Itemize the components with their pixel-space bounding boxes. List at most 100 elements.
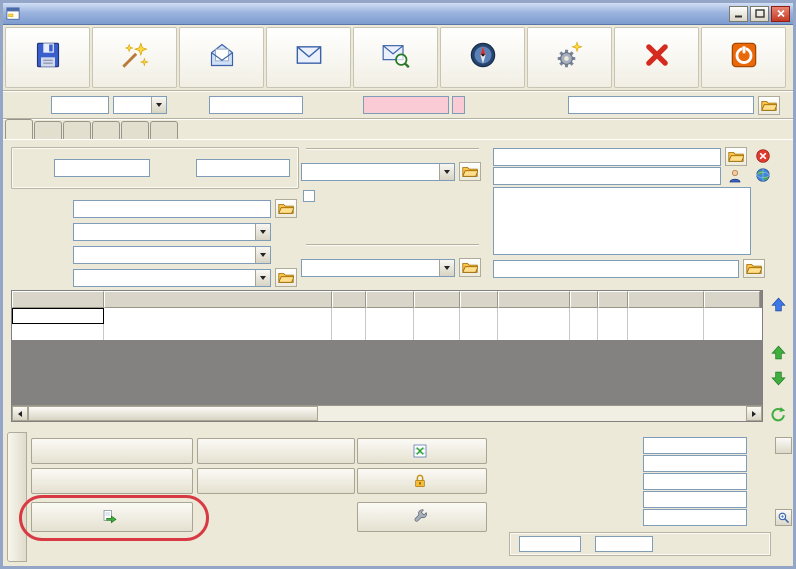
causale-input[interactable] <box>568 96 754 114</box>
table-cell-empty[interactable] <box>628 324 704 340</box>
cell-quant[interactable] <box>366 308 414 324</box>
cell-imposte[interactable] <box>628 308 704 324</box>
horizontal-scrollbar[interactable] <box>12 405 762 421</box>
cell-um[interactable] <box>332 308 366 324</box>
stampa-button[interactable] <box>92 27 177 88</box>
stato-select[interactable] <box>301 163 455 181</box>
recipient-address-box[interactable] <box>493 187 751 255</box>
chevron-down-icon[interactable] <box>255 270 270 286</box>
chevron-down-icon[interactable] <box>255 224 270 240</box>
elimina-button[interactable] <box>614 27 699 88</box>
cell-s2[interactable] <box>598 308 628 324</box>
table-row[interactable] <box>12 308 762 324</box>
cell-prezzo[interactable] <box>498 308 570 324</box>
visual-button[interactable] <box>179 27 264 88</box>
contact-button[interactable] <box>725 166 745 185</box>
help-button[interactable] <box>775 437 792 454</box>
cell-codart[interactable] <box>12 308 104 324</box>
column-header-val[interactable] <box>460 291 498 308</box>
evasione-extra-input[interactable] <box>452 96 465 114</box>
salva-button[interactable] <box>5 27 90 88</box>
clear-recipient-button[interactable] <box>753 146 773 165</box>
intestatario-input[interactable] <box>493 148 721 166</box>
chevron-down-icon[interactable] <box>255 247 270 263</box>
visualizzazione-select[interactable] <box>301 259 455 277</box>
visualizzazione-lookup-button[interactable] <box>459 258 481 277</box>
cell-descrizione[interactable] <box>104 308 332 324</box>
chevron-down-icon[interactable] <box>439 260 454 276</box>
column-header-quant[interactable] <box>366 291 414 308</box>
table-cell-empty[interactable] <box>414 324 460 340</box>
spettle-input[interactable] <box>493 167 721 185</box>
agente-lookup-button[interactable] <box>275 199 297 218</box>
importazione-da-file-button[interactable] <box>197 438 355 464</box>
pagamento-lookup-button[interactable] <box>275 268 297 287</box>
tab-note[interactable] <box>92 121 120 139</box>
scrollbar-thumb[interactable] <box>28 406 318 421</box>
column-header-s2[interactable] <box>598 291 628 308</box>
data-input[interactable] <box>209 96 303 114</box>
verifica-disponibilita-button[interactable] <box>197 468 355 494</box>
azioni-panel-tab[interactable] <box>7 432 27 562</box>
tab-consegna[interactable] <box>63 121 91 139</box>
column-header-ns[interactable] <box>704 291 760 308</box>
evasione-input[interactable] <box>363 96 449 114</box>
uscita-button[interactable] <box>701 27 786 88</box>
column-header-codart[interactable] <box>12 291 104 308</box>
referente-input[interactable] <box>493 260 739 278</box>
cell-ns[interactable] <box>704 308 760 324</box>
agente-input[interactable] <box>73 200 271 218</box>
tab-documenti[interactable] <box>150 121 178 139</box>
pagamento-select[interactable] <box>73 269 271 287</box>
close-button[interactable] <box>771 5 790 22</box>
globe-button[interactable] <box>753 165 773 184</box>
messaggio-button[interactable] <box>266 27 351 88</box>
bozza-checkbox[interactable] <box>303 190 320 202</box>
chevron-down-icon[interactable] <box>151 97 166 113</box>
storico-messaggi-button[interactable] <box>353 27 438 88</box>
stato-lookup-button[interactable] <box>459 162 481 181</box>
storico-movimenti-button[interactable] <box>31 468 193 494</box>
referente-lookup-button[interactable] <box>743 259 765 278</box>
causale-lookup-button[interactable] <box>758 96 780 115</box>
maximize-button[interactable] <box>750 5 769 22</box>
column-header-descrizione[interactable] <box>104 291 332 308</box>
sposta-da-altro-doc-button[interactable] <box>31 502 193 532</box>
aggiorna-prezzi-button[interactable] <box>31 438 193 464</box>
checkbox-box[interactable] <box>303 190 315 202</box>
table-cell-empty[interactable] <box>570 324 598 340</box>
cell-s1[interactable] <box>570 308 598 324</box>
blocca-sblocca-linee-button[interactable] <box>357 468 487 494</box>
column-header-um[interactable] <box>332 291 366 308</box>
venditore-select[interactable] <box>73 246 271 264</box>
minimize-button[interactable] <box>729 5 748 22</box>
num-input[interactable] <box>54 159 150 177</box>
scroll-right-button[interactable] <box>746 406 762 421</box>
column-header-evaso[interactable] <box>414 291 460 308</box>
tab-altri-campi[interactable] <box>121 121 149 139</box>
column-header-imposte[interactable] <box>628 291 704 308</box>
rif-data-input[interactable] <box>196 159 290 177</box>
tab-doc[interactable] <box>5 119 33 139</box>
listino-select[interactable] <box>73 223 271 241</box>
tab-altro[interactable] <box>34 121 62 139</box>
op-eseguite-button[interactable] <box>527 27 612 88</box>
column-header-s1[interactable] <box>570 291 598 308</box>
navigatore-button[interactable] <box>440 27 525 88</box>
aggiungi-operazione-button[interactable] <box>357 502 487 532</box>
refresh-lines-button[interactable] <box>767 403 789 425</box>
line-up-button[interactable] <box>767 341 789 363</box>
doc-type-select[interactable] <box>113 96 167 114</box>
cell-val[interactable] <box>460 308 498 324</box>
column-header-prezzo[interactable] <box>498 291 570 308</box>
ndoc-input[interactable] <box>51 96 109 114</box>
table-cell-empty[interactable] <box>704 324 760 340</box>
table-cell-empty[interactable] <box>332 324 366 340</box>
cell-evaso[interactable] <box>414 308 460 324</box>
title-bar[interactable] <box>3 3 793 25</box>
table-row-empty[interactable] <box>12 324 762 340</box>
table-cell-empty[interactable] <box>498 324 570 340</box>
chevron-down-icon[interactable] <box>439 164 454 180</box>
table-cell-empty[interactable] <box>460 324 498 340</box>
table-cell-empty[interactable] <box>12 324 104 340</box>
